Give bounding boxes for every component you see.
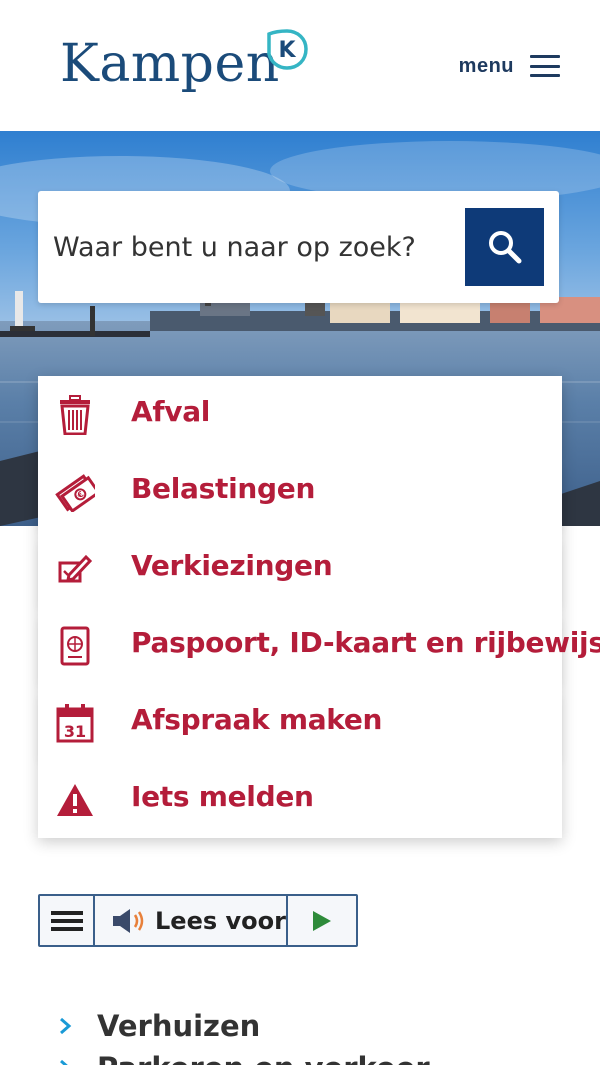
speaker-icon (113, 908, 144, 933)
logo-badge-letter: K (278, 38, 296, 63)
quick-link-verkiezingen[interactable]: Verkiezingen (38, 530, 562, 607)
link-parkeren[interactable]: Parkeren en verkeer (55, 1047, 430, 1065)
logo-k-badge-icon: K (267, 29, 308, 70)
calendar-icon: 31 (54, 702, 96, 744)
link-label: Parkeren en verkeer (97, 1051, 430, 1065)
readspeaker-bar: Lees voor (38, 894, 358, 947)
quick-links: Afval € Belastingen Verkiezingen Paspoor… (38, 376, 600, 838)
quick-link-afval[interactable]: Afval (38, 376, 562, 453)
search-input[interactable] (38, 191, 458, 303)
logo-text: Kampen (60, 34, 280, 94)
topic-links: Verhuizen Parkeren en verkeer (55, 1005, 430, 1065)
menu-label: menu (458, 54, 514, 77)
lees-voor-button[interactable]: Lees voor (95, 896, 288, 945)
quick-link-label: Afval (131, 395, 211, 428)
quick-link-afspraak[interactable]: 31 Afspraak maken (38, 684, 562, 761)
quick-link-melden[interactable]: Iets melden (38, 761, 562, 838)
quick-link-label: Paspoort, ID-kaart en rijbewijs (131, 626, 600, 659)
calendar-day: 31 (64, 722, 86, 741)
quick-link-paspoort[interactable]: Paspoort, ID-kaart en rijbewijs (38, 607, 600, 684)
search-button[interactable] (465, 208, 544, 286)
site-header: Kampen K menu (0, 0, 600, 131)
quick-link-belastingen[interactable]: € Belastingen (38, 453, 562, 530)
trash-icon (54, 394, 96, 436)
money-icon: € (54, 471, 96, 513)
hamburger-icon (530, 55, 560, 77)
link-verhuizen[interactable]: Verhuizen (55, 1005, 430, 1047)
quick-link-label: Verkiezingen (131, 549, 333, 582)
warning-icon (54, 779, 96, 821)
quick-link-label: Iets melden (131, 780, 314, 813)
search-box (38, 191, 559, 303)
quick-link-label: Afspraak maken (131, 703, 383, 736)
play-button[interactable] (288, 896, 356, 945)
chevron-right-icon (55, 1016, 75, 1036)
readspeaker-menu-button[interactable] (40, 896, 95, 945)
link-label: Verhuizen (97, 1009, 261, 1043)
menu-button[interactable]: menu (459, 48, 560, 84)
chevron-right-icon (55, 1058, 75, 1065)
play-icon (313, 910, 331, 931)
search-icon (488, 231, 521, 264)
quick-link-label: Belastingen (131, 472, 316, 505)
passport-icon (54, 625, 96, 667)
ballot-pen-icon (54, 548, 96, 590)
lees-voor-label: Lees voor (155, 906, 286, 935)
